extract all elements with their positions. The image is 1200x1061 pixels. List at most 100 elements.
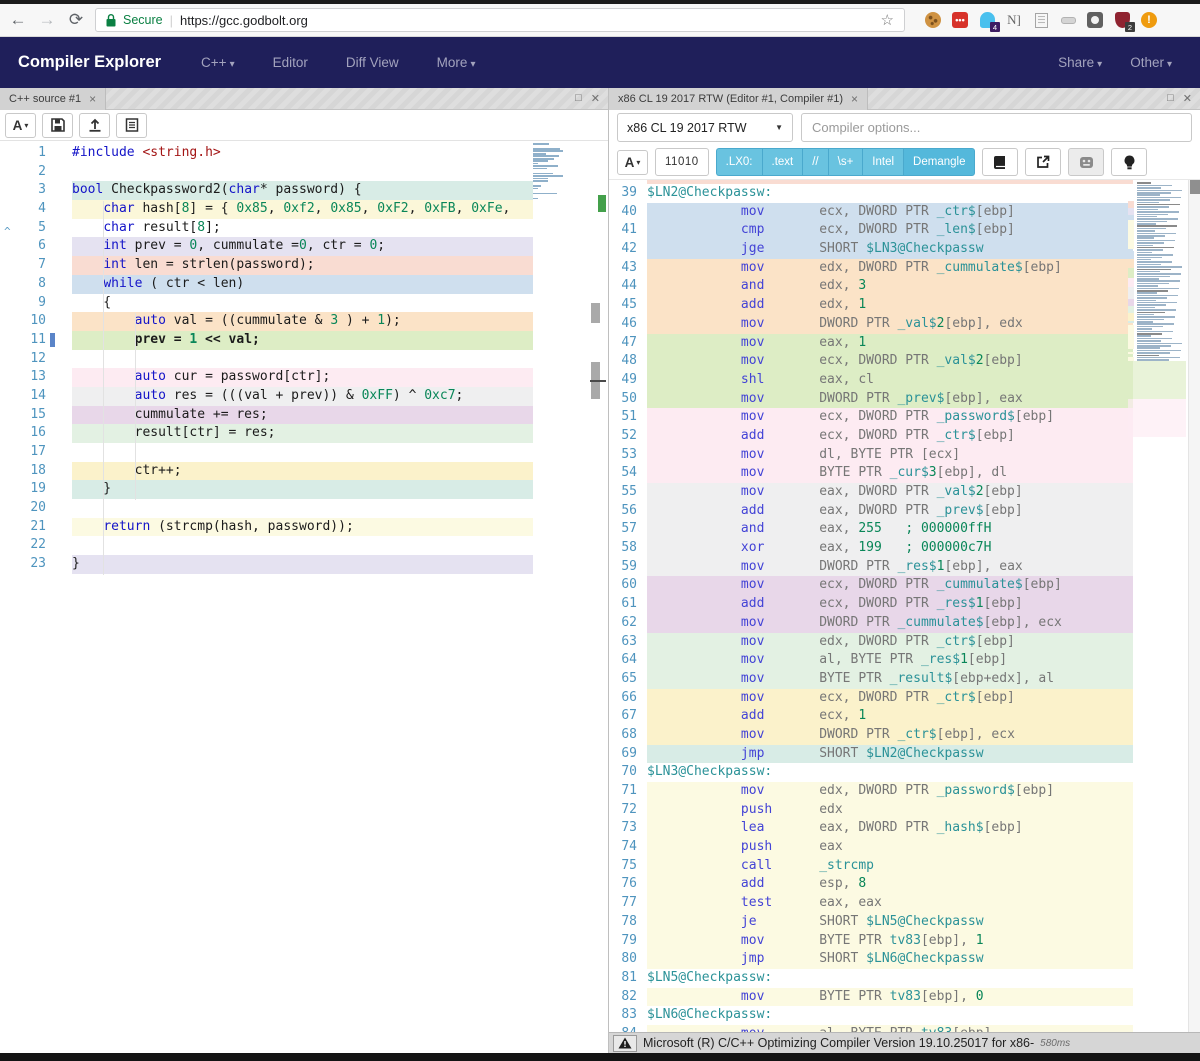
code-line[interactable]: 19 } bbox=[0, 480, 608, 499]
browser-reload-icon[interactable]: ⟳ bbox=[66, 10, 86, 30]
scrollbar-thumb[interactable] bbox=[1190, 180, 1200, 194]
code-line[interactable]: 12 bbox=[0, 350, 608, 369]
nav-item-language[interactable]: C++▾ bbox=[201, 55, 235, 70]
asm-line[interactable]: 42 jge SHORT $LN3@Checkpassw bbox=[609, 240, 1200, 259]
source-tab[interactable]: C++ source #1 × bbox=[0, 88, 106, 110]
filter-directives-button[interactable]: .text bbox=[762, 148, 803, 176]
code-line[interactable]: 23} bbox=[0, 555, 608, 574]
optimization-button[interactable] bbox=[1111, 148, 1147, 176]
code-line[interactable]: 4 char hash[8] = { 0x85, 0xf2, 0x85, 0xF… bbox=[0, 200, 608, 219]
source-minimap[interactable] bbox=[533, 143, 563, 200]
pill-extension-icon[interactable] bbox=[1059, 11, 1077, 29]
asm-line[interactable]: 55 mov eax, DWORD PTR _val$2[ebp] bbox=[609, 483, 1200, 502]
code-line[interactable]: 22 bbox=[0, 536, 608, 555]
asm-line[interactable]: 80 jmp SHORT $LN6@Checkpassw bbox=[609, 950, 1200, 969]
asm-line[interactable]: 54 mov BYTE PTR _cur$3[ebp], dl bbox=[609, 464, 1200, 483]
source-scrollbar[interactable] bbox=[590, 141, 606, 1053]
asm-line[interactable]: 79 mov BYTE PTR tv83[ebp], 1 bbox=[609, 932, 1200, 951]
asm-line[interactable]: 64 mov al, BYTE PTR _res$1[ebp] bbox=[609, 651, 1200, 670]
page-extension-icon[interactable] bbox=[1032, 11, 1050, 29]
asm-line[interactable]: 58 xor eax, 199 ; 000000c7H bbox=[609, 539, 1200, 558]
asm-line[interactable]: 77 test eax, eax bbox=[609, 894, 1200, 913]
asm-line[interactable]: 83$LN6@Checkpassw: bbox=[609, 1006, 1200, 1025]
nav-item-editor[interactable]: Editor bbox=[273, 55, 308, 70]
code-line[interactable]: 18 ctr++; bbox=[0, 462, 608, 481]
nav-item-share[interactable]: Share▾ bbox=[1058, 55, 1102, 70]
asm-line[interactable]: 49 shl eax, cl bbox=[609, 371, 1200, 390]
asm-line[interactable]: 81$LN5@Checkpassw: bbox=[609, 969, 1200, 988]
maximize-icon[interactable]: □ bbox=[1167, 92, 1174, 105]
asm-line[interactable]: 73 lea eax, DWORD PTR _hash$[ebp] bbox=[609, 819, 1200, 838]
nav-item-diff-view[interactable]: Diff View bbox=[346, 55, 399, 70]
code-line[interactable]: 14 auto res = (((val + prev)) & 0xFF) ^ … bbox=[0, 387, 608, 406]
asm-line[interactable]: 84 mov al, BYTE PTR tv83[ebp] bbox=[609, 1025, 1200, 1032]
asm-line[interactable]: 65 mov BYTE PTR _result$[ebp+edx], al bbox=[609, 670, 1200, 689]
asm-line[interactable]: 48 mov ecx, DWORD PTR _val$2[ebp] bbox=[609, 352, 1200, 371]
code-line[interactable]: 1#include <string.h> bbox=[0, 144, 608, 163]
password-manager-extension-icon[interactable]: ••• bbox=[951, 11, 969, 29]
asm-line[interactable]: 45 add edx, 1 bbox=[609, 296, 1200, 315]
code-line[interactable]: 10 auto val = ((cummulate & 3 ) + 1); bbox=[0, 312, 608, 331]
asm-line[interactable]: 75 call _strcmp bbox=[609, 857, 1200, 876]
notes-extension-icon[interactable]: N] bbox=[1005, 11, 1023, 29]
asm-editor[interactable]: 39$LN2@Checkpassw:40 mov ecx, DWORD PTR … bbox=[609, 180, 1200, 1032]
code-line[interactable]: 11 prev = 1 << val; bbox=[0, 331, 608, 350]
code-line[interactable]: 13 auto cur = password[ctr]; bbox=[0, 368, 608, 387]
asm-line[interactable]: 72 push edx bbox=[609, 801, 1200, 820]
bookmark-star-icon[interactable]: ☆ bbox=[881, 11, 894, 29]
code-line[interactable]: 15 cummulate += res; bbox=[0, 406, 608, 425]
asm-line[interactable]: 68 mov DWORD PTR _ctr$[ebp], ecx bbox=[609, 726, 1200, 745]
source-editor[interactable]: 1#include <string.h>23bool Checkpassword… bbox=[0, 141, 608, 1053]
browser-forward-icon[interactable]: → bbox=[37, 10, 57, 30]
close-icon[interactable]: × bbox=[89, 92, 96, 106]
asm-line[interactable]: 66 mov ecx, DWORD PTR _ctr$[ebp] bbox=[609, 689, 1200, 708]
filter-comments-button[interactable]: // bbox=[802, 148, 827, 176]
font-size-button[interactable]: A▾ bbox=[5, 113, 36, 138]
warning-extension-icon[interactable]: ! bbox=[1140, 11, 1158, 29]
asm-line[interactable]: 67 add ecx, 1 bbox=[609, 707, 1200, 726]
load-save-button[interactable] bbox=[79, 113, 110, 138]
nav-item-other[interactable]: Other▾ bbox=[1130, 55, 1172, 70]
maximize-icon[interactable]: □ bbox=[575, 92, 582, 105]
open-new-window-button[interactable] bbox=[1025, 148, 1061, 176]
asm-line[interactable]: 44 and edx, 3 bbox=[609, 277, 1200, 296]
code-line[interactable]: 8 while ( ctr < len) bbox=[0, 275, 608, 294]
code-line[interactable]: 9 { bbox=[0, 294, 608, 313]
asm-minimap[interactable] bbox=[1128, 182, 1186, 437]
filter-intel-button[interactable]: Intel bbox=[862, 148, 903, 176]
asm-line[interactable]: 57 and eax, 255 ; 000000ffH bbox=[609, 520, 1200, 539]
brand-title[interactable]: Compiler Explorer bbox=[18, 53, 161, 72]
shield-extension-icon[interactable]: 2 bbox=[1113, 11, 1131, 29]
dark-extension-icon[interactable] bbox=[1086, 11, 1104, 29]
asm-line[interactable]: 74 push eax bbox=[609, 838, 1200, 857]
code-line[interactable]: 21 return (strcmp(hash, password)); bbox=[0, 518, 608, 537]
browser-back-icon[interactable]: ← bbox=[8, 10, 28, 30]
asm-line[interactable]: 52 add ecx, DWORD PTR _ctr$[ebp] bbox=[609, 427, 1200, 446]
view-options-button[interactable] bbox=[116, 113, 147, 138]
cookie-extension-icon[interactable] bbox=[924, 11, 942, 29]
asm-line[interactable]: 41 cmp ecx, DWORD PTR _len$[ebp] bbox=[609, 221, 1200, 240]
asm-line[interactable]: 63 mov edx, DWORD PTR _ctr$[ebp] bbox=[609, 633, 1200, 652]
asm-line[interactable]: 71 mov edx, DWORD PTR _password$[ebp] bbox=[609, 782, 1200, 801]
asm-line[interactable]: 47 mov eax, 1 bbox=[609, 334, 1200, 353]
warning-button[interactable] bbox=[613, 1035, 637, 1052]
asm-line[interactable]: 59 mov DWORD PTR _res$1[ebp], eax bbox=[609, 558, 1200, 577]
filter-whitespace-button[interactable]: \s+ bbox=[828, 148, 863, 176]
asm-line[interactable]: 69 jmp SHORT $LN2@Checkpassw bbox=[609, 745, 1200, 764]
asm-line[interactable]: 70$LN3@Checkpassw: bbox=[609, 763, 1200, 782]
code-line[interactable]: 5^ char result[8]; bbox=[0, 219, 608, 238]
compiler-tab[interactable]: x86 CL 19 2017 RTW (Editor #1, Compiler … bbox=[609, 88, 868, 110]
asm-line[interactable]: 50 mov DWORD PTR _prev$[ebp], eax bbox=[609, 390, 1200, 409]
asm-line[interactable]: 61 add ecx, DWORD PTR _res$1[ebp] bbox=[609, 595, 1200, 614]
asm-line[interactable]: 51 mov ecx, DWORD PTR _password$[ebp] bbox=[609, 408, 1200, 427]
asm-line[interactable]: 53 mov dl, BYTE PTR [ecx] bbox=[609, 446, 1200, 465]
asm-line[interactable]: 43 mov edx, DWORD PTR _cummulate$[ebp] bbox=[609, 259, 1200, 278]
code-line[interactable]: 2 bbox=[0, 163, 608, 182]
asm-line[interactable]: 46 mov DWORD PTR _val$2[ebp], edx bbox=[609, 315, 1200, 334]
url-text[interactable]: https://gcc.godbolt.org bbox=[180, 13, 874, 28]
code-line[interactable]: 16 result[ctr] = res; bbox=[0, 424, 608, 443]
save-button[interactable] bbox=[42, 113, 73, 138]
code-line[interactable]: 7 int len = strlen(password); bbox=[0, 256, 608, 275]
asm-line[interactable]: 82 mov BYTE PTR tv83[ebp], 0 bbox=[609, 988, 1200, 1007]
ghostery-extension-icon[interactable]: 4 bbox=[978, 11, 996, 29]
